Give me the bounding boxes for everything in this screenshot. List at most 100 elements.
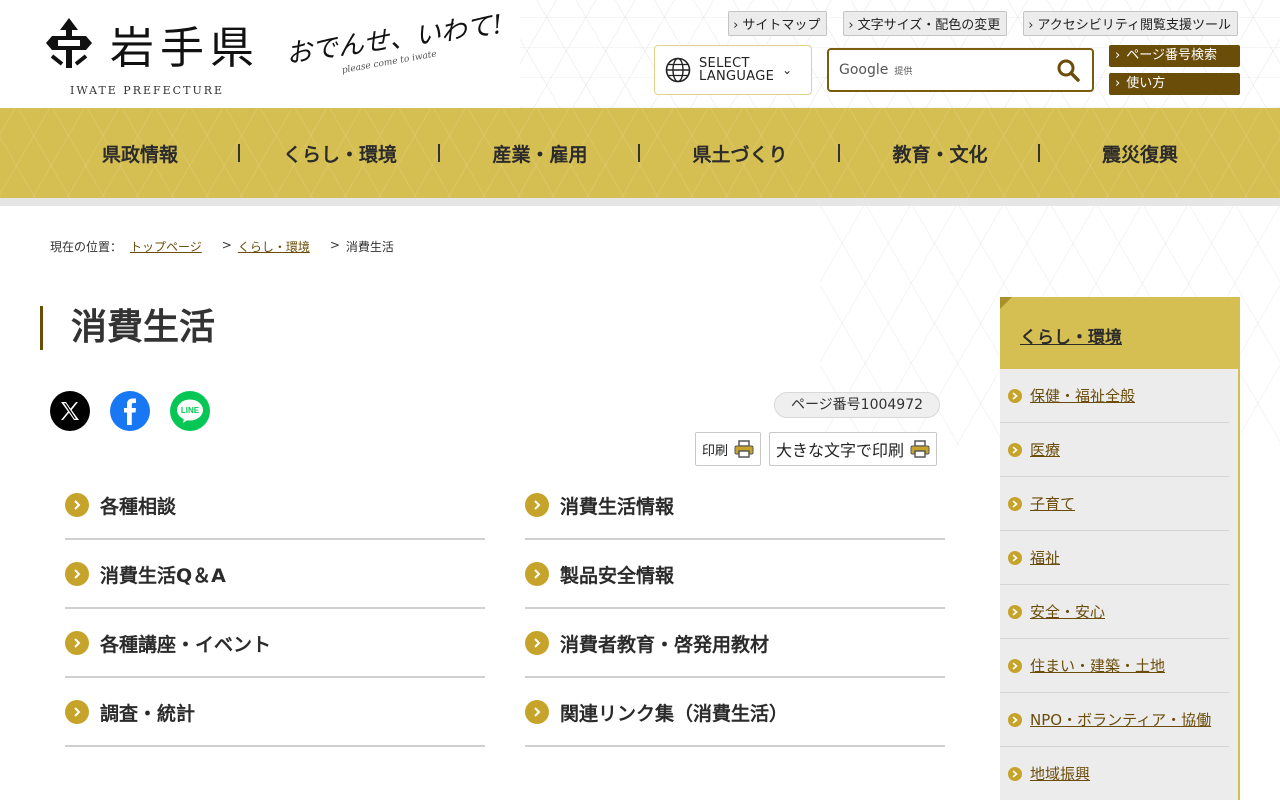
link-product-safety[interactable]: 製品安全情報 — [525, 541, 945, 609]
sidebar-heading-label: くらし・環境 — [1020, 328, 1122, 348]
printer-icon — [734, 440, 754, 458]
chevron-right-icon: › — [1115, 48, 1121, 63]
search-icon — [1057, 59, 1080, 82]
share-facebook-button[interactable] — [110, 391, 150, 431]
link-related-links[interactable]: 関連リンク集（消費生活） — [525, 679, 945, 747]
print-button[interactable]: 印刷 — [695, 432, 762, 466]
link-label: 製品安全情報 — [560, 564, 675, 587]
chevron-down-icon: ⌄ — [782, 63, 793, 77]
link-consumer-info[interactable]: 消費生活情報 — [525, 472, 945, 540]
page-number-badge: ページ番号1004972 — [774, 392, 940, 418]
search-brand-sub: 提供 — [894, 66, 913, 77]
corner-notch — [1000, 297, 1012, 309]
how-to-use-button[interactable]: › 使い方 — [1109, 73, 1240, 95]
search-brand: Google — [839, 62, 889, 78]
link-label: 各種相談 — [100, 495, 177, 518]
sitemap-link[interactable]: › サイトマップ — [728, 11, 828, 36]
sidebar-item-npo-volunteer[interactable]: NPO・ボランティア・協働 — [1000, 693, 1229, 747]
arrow-right-icon — [1008, 604, 1022, 619]
chevron-right-icon: › — [1028, 18, 1034, 33]
nav-item-education-culture[interactable]: 教育・文化 — [840, 108, 1040, 198]
breadcrumb-separator: > — [221, 238, 232, 252]
link-label: 各種講座・イベント — [100, 633, 272, 656]
arrow-right-icon — [525, 700, 549, 724]
line-icon-text: LINE — [181, 406, 200, 415]
print-large-button[interactable]: 大きな文字で印刷 — [769, 432, 938, 466]
sidebar-item-safety[interactable]: 安全・安心 — [1000, 585, 1229, 639]
arrow-right-icon — [525, 631, 549, 655]
arrow-right-icon — [65, 631, 89, 655]
sidebar-item-childcare[interactable]: 子育て — [1000, 477, 1229, 531]
social-share: LINE — [50, 391, 210, 431]
facebook-icon — [124, 398, 136, 425]
nav-divider-band — [0, 198, 1280, 206]
link-label: 消費生活Q＆A — [100, 564, 226, 587]
site-logo[interactable]: 岩手県 IWATE PREFECTURE — [40, 10, 270, 102]
arrow-right-icon — [65, 493, 89, 517]
page-number-search-button[interactable]: › ページ番号検索 — [1109, 45, 1240, 67]
arrow-right-icon — [1008, 658, 1022, 673]
link-label: 関連リンク集（消費生活） — [560, 702, 789, 725]
breadcrumb-label: 現在の位置： — [50, 240, 123, 254]
prefecture-emblem-icon — [46, 18, 92, 68]
utility-links: › サイトマップ › 文字サイズ・配色の変更 › アクセシビリティ閲覧支援ツール — [728, 11, 1238, 36]
arrow-right-icon — [525, 562, 549, 586]
sidebar-item-regional-development[interactable]: 地域振興 — [1000, 747, 1229, 800]
search-input[interactable] — [918, 62, 1054, 78]
arrow-right-icon — [65, 700, 89, 724]
breadcrumb-separator: > — [329, 238, 340, 252]
text-size-color-link[interactable]: › 文字サイズ・配色の変更 — [843, 11, 1008, 36]
chevron-right-icon: › — [848, 18, 854, 33]
nav-item-land-development[interactable]: 県土づくり — [640, 108, 840, 198]
arrow-right-icon — [1008, 442, 1022, 457]
accessibility-tool-link[interactable]: › アクセシビリティ閲覧支援ツール — [1023, 11, 1238, 36]
globe-icon — [665, 57, 691, 83]
tagline: おでんせ、いわて! please come to iwate — [284, 10, 526, 88]
site-header: 岩手県 IWATE PREFECTURE おでんせ、いわて! please co… — [0, 0, 1280, 108]
nav-item-prefectural-info[interactable]: 県政情報 — [40, 108, 240, 198]
logo-subtitle: IWATE PREFECTURE — [70, 84, 225, 97]
link-label: 消費者教育・啓発用教材 — [560, 633, 770, 656]
line-icon: LINE — [177, 399, 203, 423]
language-label: SELECT LANGUAGE — [699, 56, 775, 84]
language-select[interactable]: SELECT LANGUAGE ⌄ — [654, 45, 812, 95]
sidebar: くらし・環境 保健・福祉全般 医療 子育て 福祉 安全・安心 住まい・建築・土地 — [1000, 297, 1240, 800]
sidebar-item-housing[interactable]: 住まい・建築・土地 — [1000, 639, 1229, 693]
arrow-right-icon — [1008, 550, 1022, 565]
arrow-right-icon — [65, 562, 89, 586]
breadcrumb-living-link[interactable]: くらし・環境 — [238, 238, 310, 255]
nav-item-disaster-recovery[interactable]: 震災復興 — [1040, 108, 1240, 198]
arrow-right-icon — [1008, 496, 1022, 511]
link-consumer-qa[interactable]: 消費生活Q＆A — [65, 541, 485, 609]
print-buttons: 印刷 大きな文字で印刷 — [695, 432, 938, 466]
sidebar-item-medical[interactable]: 医療 — [1000, 423, 1229, 477]
link-education-materials[interactable]: 消費者教育・啓発用教材 — [525, 610, 945, 678]
sidebar-item-health-welfare[interactable]: 保健・福祉全般 — [1000, 369, 1229, 423]
sidebar-heading[interactable]: くらし・環境 — [1000, 297, 1240, 369]
arrow-right-icon — [525, 493, 549, 517]
logo-text: 岩手県 — [110, 23, 260, 74]
breadcrumb-current: 消費生活 — [345, 240, 394, 254]
breadcrumb-top-link[interactable]: トップページ — [130, 238, 202, 255]
link-label: 消費生活情報 — [560, 495, 675, 518]
arrow-right-icon — [1008, 712, 1022, 727]
chevron-right-icon: › — [733, 18, 739, 33]
arrow-right-icon — [1008, 388, 1022, 403]
global-nav: 県政情報 くらし・環境 産業・雇用 県土づくり 教育・文化 震災復興 — [0, 108, 1280, 198]
sidebar-list: 保健・福祉全般 医療 子育て 福祉 安全・安心 住まい・建築・土地 NPO・ボラ… — [1000, 369, 1240, 800]
search-button[interactable] — [1054, 56, 1082, 84]
nav-item-industry-employment[interactable]: 産業・雇用 — [440, 108, 640, 198]
printer-icon — [910, 440, 930, 458]
search-box: Google 提供 — [827, 48, 1094, 92]
share-x-button[interactable] — [50, 391, 90, 431]
breadcrumb: 現在の位置： トップページ > くらし・環境 > 消費生活 — [50, 238, 394, 255]
nav-item-living-environment[interactable]: くらし・環境 — [240, 108, 440, 198]
link-consultation[interactable]: 各種相談 — [65, 472, 485, 540]
global-nav-list: 県政情報 くらし・環境 産業・雇用 県土づくり 教育・文化 震災復興 — [40, 108, 1240, 198]
arrow-right-icon — [1008, 766, 1022, 781]
link-surveys-statistics[interactable]: 調査・統計 — [65, 679, 485, 747]
link-seminars-events[interactable]: 各種講座・イベント — [65, 610, 485, 678]
link-label: 調査・統計 — [100, 702, 196, 725]
share-line-button[interactable]: LINE — [170, 391, 210, 431]
sidebar-item-welfare[interactable]: 福祉 — [1000, 531, 1229, 585]
